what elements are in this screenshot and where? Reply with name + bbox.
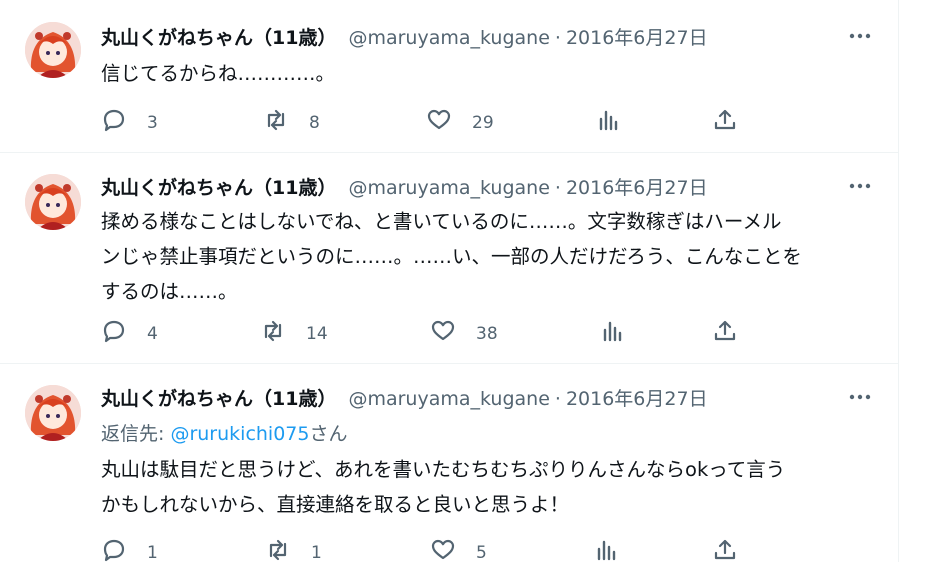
like-button[interactable]: 29 bbox=[426, 107, 494, 138]
retweet-button[interactable]: 14 bbox=[260, 318, 328, 349]
author-handle[interactable]: @maruyama_kugane bbox=[348, 388, 549, 410]
heart-icon bbox=[430, 318, 456, 349]
share-button[interactable] bbox=[712, 107, 738, 138]
views-button[interactable] bbox=[594, 537, 620, 568]
reply-button[interactable]: 1 bbox=[101, 537, 158, 568]
author-handle[interactable]: @maruyama_kugane bbox=[348, 177, 549, 199]
tweet-header: 丸山くがねちゃん（11歳） @maruyama_kugane · 2016年6月27日 bbox=[101, 25, 708, 51]
tweet-date[interactable]: 2016年6月27日 bbox=[566, 177, 708, 199]
replying-to-suffix: さん bbox=[309, 423, 348, 445]
like-button[interactable]: 38 bbox=[430, 318, 498, 349]
avatar[interactable] bbox=[25, 174, 81, 230]
avatar[interactable] bbox=[25, 22, 81, 78]
tweet-date[interactable]: 2016年6月27日 bbox=[566, 388, 708, 410]
share-upload-icon bbox=[712, 107, 738, 138]
mention-link[interactable]: @rurukichi075 bbox=[170, 423, 309, 445]
retweet-count: 8 bbox=[309, 112, 320, 133]
author-name[interactable]: 丸山くがねちゃん（11歳） bbox=[101, 27, 336, 49]
retweet-button[interactable]: 8 bbox=[263, 107, 320, 138]
bar-chart-icon bbox=[600, 318, 626, 349]
share-upload-icon bbox=[712, 537, 738, 568]
author-name[interactable]: 丸山くがねちゃん（11歳） bbox=[101, 388, 336, 410]
tweet-header: 丸山くがねちゃん（11歳） @maruyama_kugane · 2016年6月27日 bbox=[101, 175, 708, 201]
tweet[interactable]: 丸山くがねちゃん（11歳） @maruyama_kugane · 2016年6月27日… bbox=[0, 363, 898, 563]
like-count: 5 bbox=[476, 542, 487, 563]
reply-bubble-icon bbox=[101, 107, 127, 138]
heart-icon bbox=[430, 537, 456, 568]
share-upload-icon bbox=[712, 318, 738, 349]
tweet[interactable]: 丸山くがねちゃん（11歳） @maruyama_kugane · 2016年6月27日… bbox=[0, 0, 898, 153]
tweet-header: 丸山くがねちゃん（11歳） @maruyama_kugane · 2016年6月27日 bbox=[101, 386, 708, 412]
tweet-text-line: 信じてるからね…………。 bbox=[101, 62, 336, 85]
views-button[interactable] bbox=[596, 107, 622, 138]
retweet-count: 14 bbox=[306, 323, 328, 344]
more-dots-icon[interactable] bbox=[846, 387, 874, 407]
reply-count: 3 bbox=[147, 112, 158, 133]
tweet-text: 信じてるからね…………。 bbox=[101, 56, 881, 91]
reply-count: 1 bbox=[147, 542, 158, 563]
author-handle[interactable]: @maruyama_kugane bbox=[348, 27, 549, 49]
share-button[interactable] bbox=[712, 537, 738, 568]
separator: · bbox=[554, 27, 561, 49]
retweet-count: 1 bbox=[311, 542, 322, 563]
tweet-text-line: 丸山は駄目だと思うけど、あれを書いたむちむちぷりりんさんならokって言う bbox=[101, 458, 786, 481]
like-count: 29 bbox=[472, 112, 494, 133]
bar-chart-icon bbox=[596, 107, 622, 138]
reply-bubble-icon bbox=[101, 318, 127, 349]
tweet-text-line: ンじゃ禁止事項だというのに……。……い、一部の人だけだろう、こんなことを bbox=[101, 245, 802, 268]
more-dots-icon[interactable] bbox=[846, 26, 874, 46]
retweet-icon bbox=[265, 537, 291, 568]
tweet-text-line: 揉める様なことはしないでね、と書いているのに……。文字数稼ぎはハーメル bbox=[101, 210, 782, 233]
reply-bubble-icon bbox=[101, 537, 127, 568]
heart-icon bbox=[426, 107, 452, 138]
separator: · bbox=[554, 388, 561, 410]
tweet-text: 揉める様なことはしないでね、と書いているのに……。文字数稼ぎはハーメル ンじゃ禁… bbox=[101, 204, 881, 309]
replying-to: 返信先: @rurukichi075さん bbox=[101, 421, 348, 447]
reply-button[interactable]: 3 bbox=[101, 107, 158, 138]
like-count: 38 bbox=[476, 323, 498, 344]
replying-to-label: 返信先: bbox=[101, 423, 171, 445]
tweet[interactable]: 丸山くがねちゃん（11歳） @maruyama_kugane · 2016年6月27日… bbox=[0, 152, 898, 364]
tweet-date[interactable]: 2016年6月27日 bbox=[566, 27, 708, 49]
retweet-icon bbox=[263, 107, 289, 138]
author-name[interactable]: 丸山くがねちゃん（11歳） bbox=[101, 177, 336, 199]
views-button[interactable] bbox=[600, 318, 626, 349]
retweet-button[interactable]: 1 bbox=[265, 537, 322, 568]
reply-count: 4 bbox=[147, 323, 158, 344]
bar-chart-icon bbox=[594, 537, 620, 568]
timeline: 丸山くがねちゃん（11歳） @maruyama_kugane · 2016年6月27日… bbox=[0, 0, 899, 563]
tweet-text-line: するのは……。 bbox=[101, 280, 238, 303]
tweet-text-line: かもしれないから、直接連絡を取ると良いと思うよ！ bbox=[101, 493, 570, 516]
more-dots-icon[interactable] bbox=[846, 176, 874, 196]
share-button[interactable] bbox=[712, 318, 738, 349]
retweet-icon bbox=[260, 318, 286, 349]
reply-button[interactable]: 4 bbox=[101, 318, 158, 349]
like-button[interactable]: 5 bbox=[430, 537, 487, 568]
avatar[interactable] bbox=[25, 385, 81, 441]
tweet-text: 丸山は駄目だと思うけど、あれを書いたむちむちぷりりんさんならokって言う かもし… bbox=[101, 452, 881, 522]
separator: · bbox=[554, 177, 561, 199]
